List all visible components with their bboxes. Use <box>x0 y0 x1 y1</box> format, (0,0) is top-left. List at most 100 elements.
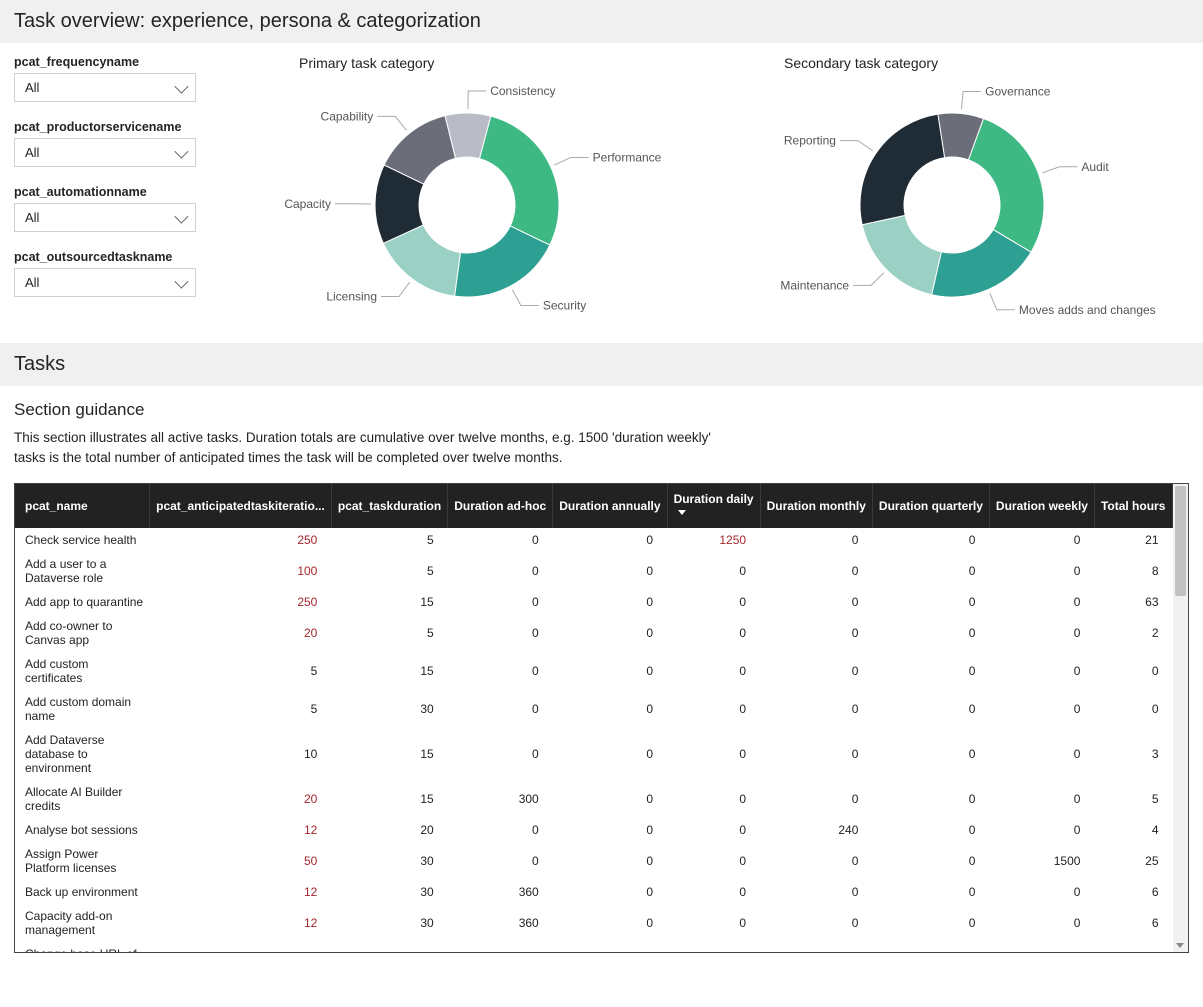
cell: 0 <box>989 942 1094 952</box>
table-row[interactable]: Check service health250500125000021 <box>15 528 1173 552</box>
cell: 0 <box>667 942 760 952</box>
guidance-text: This section illustrates all active task… <box>0 428 740 483</box>
column-header[interactable]: Duration monthly <box>760 484 872 528</box>
cell: 0 <box>448 842 553 880</box>
cell: 30 <box>331 690 447 728</box>
cell: 0 <box>667 652 760 690</box>
table-row[interactable]: Add custom certificates5150000000 <box>15 652 1173 690</box>
cell: 0 <box>448 652 553 690</box>
slice-label: Moves adds and changes <box>1018 303 1155 317</box>
chevron-down-icon <box>174 274 188 288</box>
cell: Allocate AI Builder credits <box>15 780 150 818</box>
cell: 5 <box>150 690 332 728</box>
cell: 12 <box>150 880 332 904</box>
column-header[interactable]: Duration annually <box>553 484 667 528</box>
cell: 0 <box>448 942 553 952</box>
column-header[interactable]: pcat_anticipatedtaskiteratio... <box>150 484 332 528</box>
cell: Add custom certificates <box>15 652 150 690</box>
chart-title: Secondary task category <box>714 55 1189 71</box>
filter-label: pcat_frequencyname <box>14 55 229 69</box>
cell: 0 <box>760 614 872 652</box>
cell: 0 <box>553 590 667 614</box>
chevron-down-icon <box>174 209 188 223</box>
scroll-down-icon[interactable] <box>1176 943 1184 948</box>
filter-dropdown-3[interactable]: All <box>14 268 196 297</box>
cell: 0 <box>872 818 989 842</box>
cell: Assign Power Platform licenses <box>15 842 150 880</box>
cell: 0 <box>872 552 989 590</box>
pie-slice[interactable] <box>479 116 559 245</box>
table-row[interactable]: Capacity add-on management1230360000006 <box>15 904 1173 942</box>
column-header[interactable]: Duration quarterly <box>872 484 989 528</box>
cell: 20 <box>150 614 332 652</box>
column-header[interactable]: Duration ad-hoc <box>448 484 553 528</box>
guidance-title: Section guidance <box>0 386 1203 428</box>
table-row[interactable]: Analyse bot sessions1220000240004 <box>15 818 1173 842</box>
filter-dropdown-2[interactable]: All <box>14 203 196 232</box>
filter-dropdown-1[interactable]: All <box>14 138 196 167</box>
cell: 0 <box>760 780 872 818</box>
table-row[interactable]: Assign Power Platform licenses5030000001… <box>15 842 1173 880</box>
column-header[interactable]: pcat_taskduration <box>331 484 447 528</box>
charts-column: Primary task category PerformanceSecurit… <box>229 55 1189 335</box>
table-row[interactable]: Add app to quarantine2501500000063 <box>15 590 1173 614</box>
filter-label: pcat_productorservicename <box>14 120 229 134</box>
cell: 6 <box>1094 880 1172 904</box>
table-row[interactable]: Add co-owner to Canvas app2050000002 <box>15 614 1173 652</box>
pie-slice[interactable] <box>860 114 945 225</box>
cell: 30 <box>331 880 447 904</box>
cell: 0 <box>1094 690 1172 728</box>
cell: 20 <box>331 818 447 842</box>
tasks-table[interactable]: pcat_namepcat_anticipatedtaskiteratio...… <box>15 484 1173 952</box>
cell: 0 <box>448 728 553 780</box>
cell: Back up environment <box>15 880 150 904</box>
pie-slice[interactable] <box>968 119 1044 253</box>
table-row[interactable]: Add a user to a Dataverse role1005000000… <box>15 552 1173 590</box>
column-header[interactable]: pcat_name <box>15 484 150 528</box>
secondary-category-chart: Secondary task category AuditMoves adds … <box>714 55 1189 335</box>
table-row[interactable]: Change base URL of Power Pages5300000000 <box>15 942 1173 952</box>
cell: 0 <box>872 590 989 614</box>
table-row[interactable]: Add Dataverse database to environment101… <box>15 728 1173 780</box>
cell: Change base URL of Power Pages <box>15 942 150 952</box>
column-header[interactable]: Duration daily <box>667 484 760 528</box>
cell: 3 <box>1094 728 1172 780</box>
table-row[interactable]: Back up environment1230360000006 <box>15 880 1173 904</box>
slice-label: Consistency <box>490 84 555 98</box>
cell: 5 <box>331 614 447 652</box>
cell: 5 <box>150 942 332 952</box>
cell: 0 <box>760 842 872 880</box>
column-header[interactable]: Duration weekly <box>989 484 1094 528</box>
scroll-thumb[interactable] <box>1175 486 1186 596</box>
cell: 100 <box>150 552 332 590</box>
column-header[interactable]: Total hours <box>1094 484 1172 528</box>
cell: 0 <box>448 614 553 652</box>
cell: Check service health <box>15 528 150 552</box>
table-row[interactable]: Allocate AI Builder credits2015300000005 <box>15 780 1173 818</box>
cell: 0 <box>989 614 1094 652</box>
cell: 0 <box>989 590 1094 614</box>
cell: 0 <box>872 728 989 780</box>
sort-desc-icon <box>678 510 686 515</box>
cell: 0 <box>872 652 989 690</box>
cell: 0 <box>448 590 553 614</box>
cell: Capacity add-on management <box>15 904 150 942</box>
cell: 0 <box>989 880 1094 904</box>
cell: 300 <box>448 780 553 818</box>
cell: 0 <box>760 690 872 728</box>
filter-dropdown-0[interactable]: All <box>14 73 196 102</box>
cell: 8 <box>1094 552 1172 590</box>
cell: 20 <box>150 780 332 818</box>
scrollbar-vertical[interactable] <box>1173 484 1188 952</box>
cell: 0 <box>872 904 989 942</box>
cell: 30 <box>331 942 447 952</box>
cell: 0 <box>989 552 1094 590</box>
cell: 2 <box>1094 614 1172 652</box>
slice-label: Maintenance <box>780 278 849 292</box>
cell: 4 <box>1094 818 1172 842</box>
table-row[interactable]: Add custom domain name5300000000 <box>15 690 1173 728</box>
cell: 1500 <box>989 842 1094 880</box>
cell: Add app to quarantine <box>15 590 150 614</box>
cell: 5 <box>1094 780 1172 818</box>
cell: 360 <box>448 904 553 942</box>
